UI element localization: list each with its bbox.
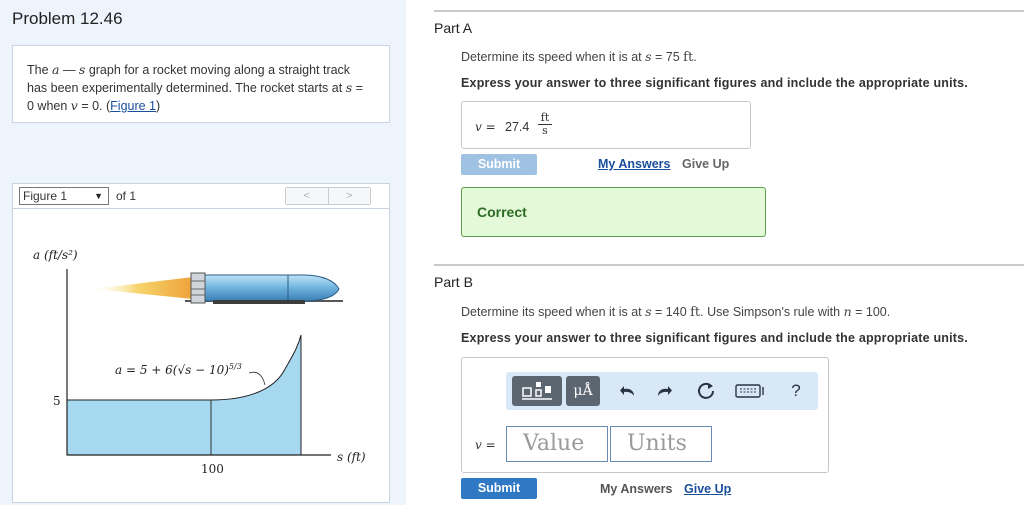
- next-figure-button[interactable]: >: [327, 188, 370, 204]
- value-input[interactable]: Value: [506, 426, 608, 462]
- rocket-illustration: [93, 272, 343, 304]
- statement-text: The: [27, 63, 53, 77]
- part-a-instruction: Express your answer to three significant…: [461, 76, 968, 90]
- part-b-my-answers-link[interactable]: My Answers: [600, 482, 672, 496]
- y-axis-label: a (ft/s²): [33, 248, 78, 262]
- statement-text: —: [59, 63, 79, 77]
- part-a-title: Part A: [434, 20, 473, 36]
- units-input[interactable]: Units: [610, 426, 712, 462]
- x-tick-100: 100: [201, 462, 224, 476]
- part-a-answer-value: 27.4: [505, 120, 530, 134]
- part-a-divider: [434, 10, 1024, 12]
- chevron-right-icon: >: [346, 190, 353, 202]
- area-under-curve: [66, 334, 302, 456]
- statement-text: ): [156, 99, 161, 113]
- answer-pane: Part A Determine its speed when it is at…: [406, 0, 1024, 505]
- part-a-my-answers-link[interactable]: My Answers: [598, 157, 670, 171]
- part-b-give-up-link[interactable]: Give Up: [684, 482, 731, 496]
- answer-unit: ft s: [538, 112, 552, 137]
- caret-down-icon: ▼: [94, 191, 103, 201]
- x-axis-label: s (ft): [337, 450, 366, 464]
- correct-label: Correct: [477, 204, 527, 220]
- a-s-graph: a (ft/s²) s (ft) 5 100 a = 5 + 6(√s − 10…: [33, 248, 366, 476]
- redo-icon[interactable]: [652, 379, 676, 403]
- problem-title: Problem 12.46: [12, 9, 123, 28]
- figure-link[interactable]: Figure 1: [110, 99, 156, 113]
- undo-icon[interactable]: [616, 379, 640, 403]
- keyboard-icon[interactable]: [734, 379, 768, 403]
- correct-feedback: Correct: [461, 187, 766, 237]
- problem-statement-box: The a — s graph for a rocket moving alon…: [12, 45, 390, 123]
- chevron-left-icon: <: [303, 190, 310, 202]
- figure-nav: < >: [285, 187, 371, 205]
- answer-label: v =: [475, 120, 496, 134]
- template-button[interactable]: [512, 376, 562, 406]
- figure-count: of 1: [116, 189, 137, 203]
- part-a-give-up-link[interactable]: Give Up: [682, 157, 729, 171]
- figure-select-value: Figure 1: [23, 189, 68, 203]
- problem-statement: The a — s graph for a rocket moving alon…: [27, 61, 372, 115]
- part-b-answer-editor: μÅ ? v = Value Units: [461, 357, 829, 473]
- part-a-question: Determine its speed when it is at s = 75…: [461, 49, 697, 65]
- prev-figure-button[interactable]: <: [286, 188, 328, 204]
- part-b-submit-button[interactable]: Submit: [461, 478, 537, 499]
- part-b-title: Part B: [434, 274, 473, 290]
- part-a-submit-button[interactable]: Submit: [461, 154, 537, 175]
- math-toolbar: μÅ ?: [506, 372, 818, 410]
- part-b-instruction: Express your answer to three significant…: [461, 331, 968, 345]
- figure-select[interactable]: Figure 1 ▼: [19, 187, 109, 205]
- part-b-question: Determine its speed when it is at s = 14…: [461, 304, 891, 320]
- part-b-divider: [434, 264, 1024, 266]
- statement-var-v: v: [70, 98, 78, 113]
- problem-pane: Problem 12.46 The a — s graph for a rock…: [0, 0, 406, 505]
- fraction-template-icon: [522, 382, 552, 400]
- answer-label: v =: [475, 438, 496, 452]
- equation-leader: [248, 371, 266, 386]
- statement-text: = 0. (: [77, 99, 111, 113]
- curve-equation: a = 5 + 6(√s − 10)5/3: [115, 362, 242, 377]
- figure-panel: a (ft/s²) s (ft) 5 100 a = 5 + 6(√s − 10…: [12, 209, 390, 503]
- reset-icon[interactable]: [694, 379, 718, 403]
- help-button[interactable]: ?: [784, 379, 808, 403]
- part-a-answer-box: v = 27.4 ft s: [461, 101, 751, 149]
- units-button[interactable]: μÅ: [566, 376, 600, 406]
- y-tick-5: 5: [53, 394, 61, 408]
- figure-toolbar: Figure 1 ▼ of 1 < >: [12, 183, 390, 209]
